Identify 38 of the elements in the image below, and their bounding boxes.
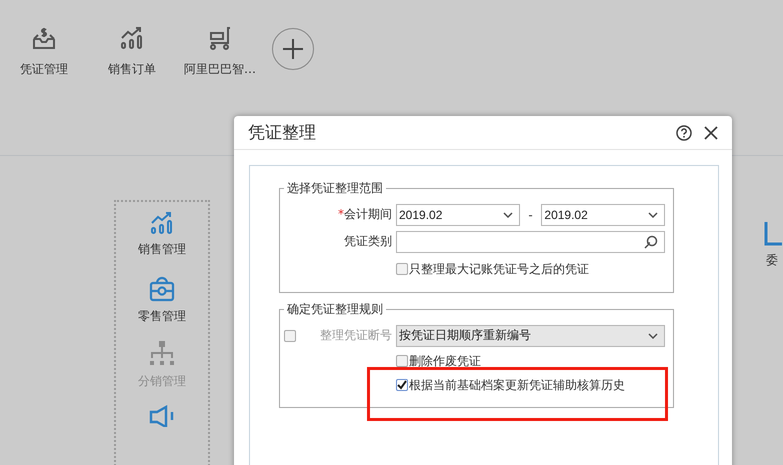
field-label: 整理凭证断号 [319, 327, 392, 344]
shortcut-item[interactable]: 销售订单 [88, 25, 176, 78]
module-item[interactable]: 委 [761, 200, 783, 465]
search-icon [644, 234, 658, 248]
growth-chart-icon [149, 210, 175, 236]
field-label: *会计期间 [337, 206, 392, 223]
checkbox[interactable] [396, 355, 408, 367]
inbox-dollar-icon [31, 25, 57, 51]
checkbox[interactable] [396, 262, 408, 274]
required-mark: * [338, 207, 344, 221]
field-label: 凭证类别 [343, 233, 392, 250]
close-icon[interactable] [704, 126, 718, 140]
group-legend: 选择凭证整理范围 [284, 180, 386, 197]
period-to-select[interactable]: 2019.02 [541, 204, 666, 226]
shortcut-item[interactable]: 凭证管理 [0, 25, 88, 78]
voucher-type-field[interactable] [396, 230, 665, 252]
hierarchy-icon [148, 340, 176, 368]
chevron-down-icon [648, 332, 658, 338]
checkbox[interactable] [396, 379, 408, 391]
module-item[interactable]: 销售管理 [138, 210, 186, 275]
checkbox-label: 根据当前基础档案更新凭证辅助核算历史 [409, 377, 625, 393]
checkbox-label: 只整理最大记账凭证号之后的凭证 [409, 260, 589, 276]
chevron-down-icon [502, 212, 513, 218]
add-button[interactable] [272, 28, 314, 70]
megaphone-icon [148, 405, 176, 427]
shortcut-item[interactable]: 阿里巴巴智… [176, 25, 264, 78]
module-item[interactable]: 零售管理 [138, 275, 186, 340]
bag-icon [148, 275, 176, 303]
checkbox-label: 删除作废凭证 [409, 353, 481, 369]
dialog-title: 凭证整理 [248, 122, 317, 144]
help-icon[interactable] [676, 124, 692, 140]
group-legend: 确定凭证整理规则 [284, 301, 386, 318]
growth-chart-icon [119, 25, 145, 51]
cart-icon [207, 25, 233, 51]
period-from-select[interactable]: 2019.02 [396, 204, 520, 226]
plus-icon [283, 39, 303, 59]
range-separator: - [527, 208, 534, 222]
chevron-down-icon [648, 212, 658, 218]
